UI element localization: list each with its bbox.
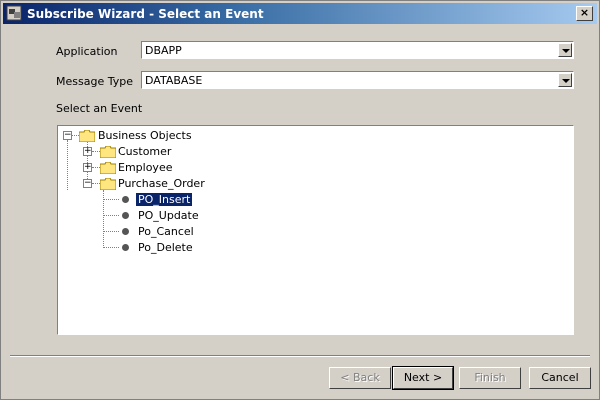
application-label: Application [56,45,118,58]
finish-button[interactable]: Finish [459,367,521,389]
folder-icon [100,146,116,158]
folder-icon [79,130,95,142]
message-type-label: Message Type [56,75,133,88]
chevron-down-icon[interactable] [558,73,572,87]
tree-node-label: Po_Cancel [138,225,194,238]
tree-node-event[interactable]: PO_Update [58,208,258,224]
event-tree[interactable]: − Business Objects + Customer + Employee… [57,125,574,335]
tree-node-label-selected: PO_Insert [134,192,194,207]
application-dropdown[interactable]: DBAPP [141,41,574,59]
message-type-value: DATABASE [145,74,203,87]
tree-node-business-objects[interactable]: − Business Objects [58,128,258,144]
subscribe-wizard-window: Subscribe Wizard - Select an Event × App… [0,0,600,400]
tree-node-purchase-order[interactable]: − Purchase_Order [58,176,258,192]
select-event-label: Select an Event [56,102,143,115]
event-icon [122,196,129,203]
cancel-button[interactable]: Cancel [529,367,591,389]
back-button[interactable]: < Back [329,367,391,389]
collapse-icon[interactable]: − [63,131,72,140]
tree-node-label: Customer [118,145,172,158]
tree-node-employee[interactable]: + Employee [58,160,258,176]
close-icon: × [579,6,590,19]
event-icon [122,228,129,235]
expand-icon[interactable]: + [83,163,92,172]
collapse-icon[interactable]: − [83,179,92,188]
tree-node-label: Business Objects [98,129,192,142]
close-button[interactable]: × [576,6,593,21]
tree-node-label: Purchase_Order [118,177,205,190]
title-bar: Subscribe Wizard - Select an Event × [3,3,597,24]
chevron-down-icon[interactable] [558,43,572,57]
separator [10,356,590,357]
tree-node-event[interactable]: PO_Insert [58,192,258,208]
expand-icon[interactable]: + [83,147,92,156]
window-title: Subscribe Wizard - Select an Event [27,7,264,21]
event-icon [122,212,129,219]
application-value: DBAPP [145,44,182,57]
tree-node-event[interactable]: Po_Cancel [58,224,258,240]
folder-icon [100,162,116,174]
app-icon [6,5,22,21]
tree-node-customer[interactable]: + Customer [58,144,258,160]
tree-node-label: Po_Delete [138,241,193,254]
tree-node-label: Employee [118,161,173,174]
next-button[interactable]: Next > [392,366,454,390]
event-icon [122,244,129,251]
tree-node-event[interactable]: Po_Delete [58,240,258,256]
tree-node-label: PO_Update [138,209,199,222]
message-type-dropdown[interactable]: DATABASE [141,71,574,89]
folder-open-icon [100,178,116,190]
